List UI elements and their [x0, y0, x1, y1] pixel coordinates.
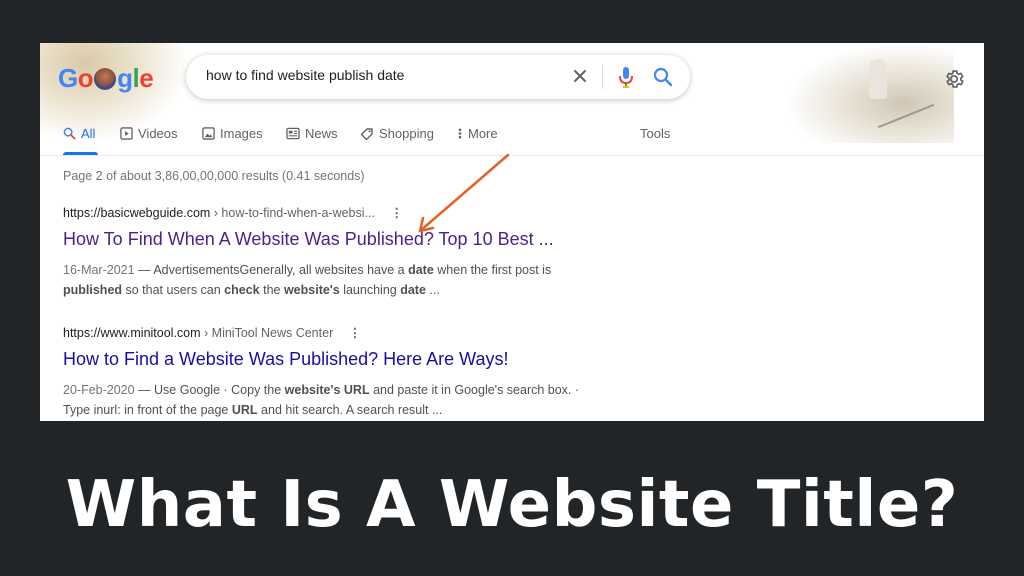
result-url[interactable]: https://basicwebguide.com › how-to-find-… [63, 205, 554, 220]
result-date: 20-Feb-2020 [63, 383, 135, 397]
snippet-text: Type inurl: in front of the page [63, 403, 232, 417]
doodle-decoration-right [784, 43, 954, 143]
result-path: › how-to-find-when-a-websi... [210, 206, 375, 220]
logo-letter-g: G [58, 63, 78, 93]
image-icon [202, 127, 215, 140]
tools-button[interactable]: Tools [640, 126, 670, 141]
more-vert-icon[interactable]: ⋮ [349, 325, 362, 340]
tab-all-label: All [81, 126, 96, 141]
result-stats: Page 2 of about 3,86,00,00,000 results (… [63, 169, 365, 183]
tabs-divider [40, 155, 984, 156]
snippet-highlight: published [63, 283, 123, 297]
snippet-highlight: URL [231, 403, 258, 417]
result-site: https://www.minitool.com [63, 326, 201, 340]
doodle-figure [869, 59, 887, 99]
tab-shopping[interactable]: Shopping [360, 126, 434, 141]
result-site: https://basicwebguide.com [63, 206, 211, 220]
tab-news[interactable]: News [286, 126, 338, 141]
search-result: https://www.minitool.com › MiniTool News… [63, 325, 579, 420]
search-results-screenshot: Gogle how to find website publish date A… [40, 43, 984, 421]
search-result: https://basicwebguide.com › how-to-find-… [63, 205, 554, 300]
tab-videos-label: Videos [138, 126, 178, 141]
result-snippet: 20-Feb-2020 — Use Google · Copy the webs… [63, 380, 579, 420]
search-divider [602, 65, 603, 89]
snippet-text: and paste it in Google's search box. · [369, 383, 580, 397]
logo-letter-l: l [132, 63, 140, 93]
search-box[interactable]: how to find website publish date [186, 55, 690, 99]
snippet-highlight: website's [283, 283, 340, 297]
snippet-highlight: date [408, 263, 434, 277]
search-icon [63, 127, 76, 140]
doodle-stroke [877, 103, 935, 129]
result-title-link[interactable]: How To Find When A Website Was Published… [63, 229, 554, 250]
snippet-highlight: check [224, 283, 260, 297]
tab-videos[interactable]: Videos [120, 126, 178, 141]
headline-caption: What Is A Website Title? [65, 468, 959, 542]
tab-more-label: More [468, 126, 498, 141]
gear-icon[interactable] [943, 68, 965, 90]
snippet-text: — AdvertisementsGenerally, all websites … [134, 263, 409, 277]
result-date: 16-Mar-2021 [63, 263, 135, 277]
news-icon [286, 127, 300, 140]
search-input[interactable]: how to find website publish date [206, 67, 404, 83]
tools-label: Tools [640, 126, 671, 141]
tab-shopping-label: Shopping [379, 126, 434, 141]
logo-letter-g2: g [117, 63, 133, 93]
result-snippet: 16-Mar-2021 — AdvertisementsGenerally, a… [63, 260, 554, 300]
snippet-text: when the first post is [433, 263, 552, 277]
logo-letter-o: o [77, 63, 94, 93]
snippet-line: Type inurl: in front of the page URL and… [63, 400, 579, 420]
tag-icon [360, 127, 373, 140]
snippet-highlight: website's URL [284, 383, 370, 397]
search-icon[interactable] [652, 66, 674, 88]
play-icon [120, 127, 133, 140]
tab-images-label: Images [220, 126, 263, 141]
tab-more[interactable]: More [457, 126, 498, 141]
google-doodle-logo[interactable]: Gogle [58, 63, 154, 94]
tab-images[interactable]: Images [202, 126, 263, 141]
snippet-line: 20-Feb-2020 — Use Google · Copy the webs… [63, 380, 579, 400]
snippet-text: launching [339, 283, 401, 297]
result-url[interactable]: https://www.minitool.com › MiniTool News… [63, 325, 579, 340]
logo-letter-e: e [139, 63, 154, 93]
close-icon[interactable] [570, 66, 590, 86]
snippet-text: so that users can [122, 283, 225, 297]
snippet-text: ... [425, 283, 440, 297]
snippet-line: 16-Mar-2021 — AdvertisementsGenerally, a… [63, 260, 554, 280]
doodle-portrait [94, 67, 117, 90]
more-vert-icon [458, 128, 462, 139]
microphone-icon[interactable] [616, 65, 636, 89]
snippet-text: and hit search. A search result ... [257, 403, 443, 417]
snippet-text: the [259, 283, 284, 297]
snippet-text: — Use Google · Copy the [134, 383, 285, 397]
tab-news-label: News [305, 126, 338, 141]
result-title-link[interactable]: How to Find a Website Was Published? Her… [63, 349, 579, 370]
snippet-highlight: date [400, 283, 426, 297]
more-vert-icon[interactable]: ⋮ [390, 205, 403, 220]
tab-all[interactable]: All [63, 126, 95, 141]
result-path: › MiniTool News Center [200, 326, 334, 340]
snippet-line: published so that users can check the we… [63, 280, 554, 300]
